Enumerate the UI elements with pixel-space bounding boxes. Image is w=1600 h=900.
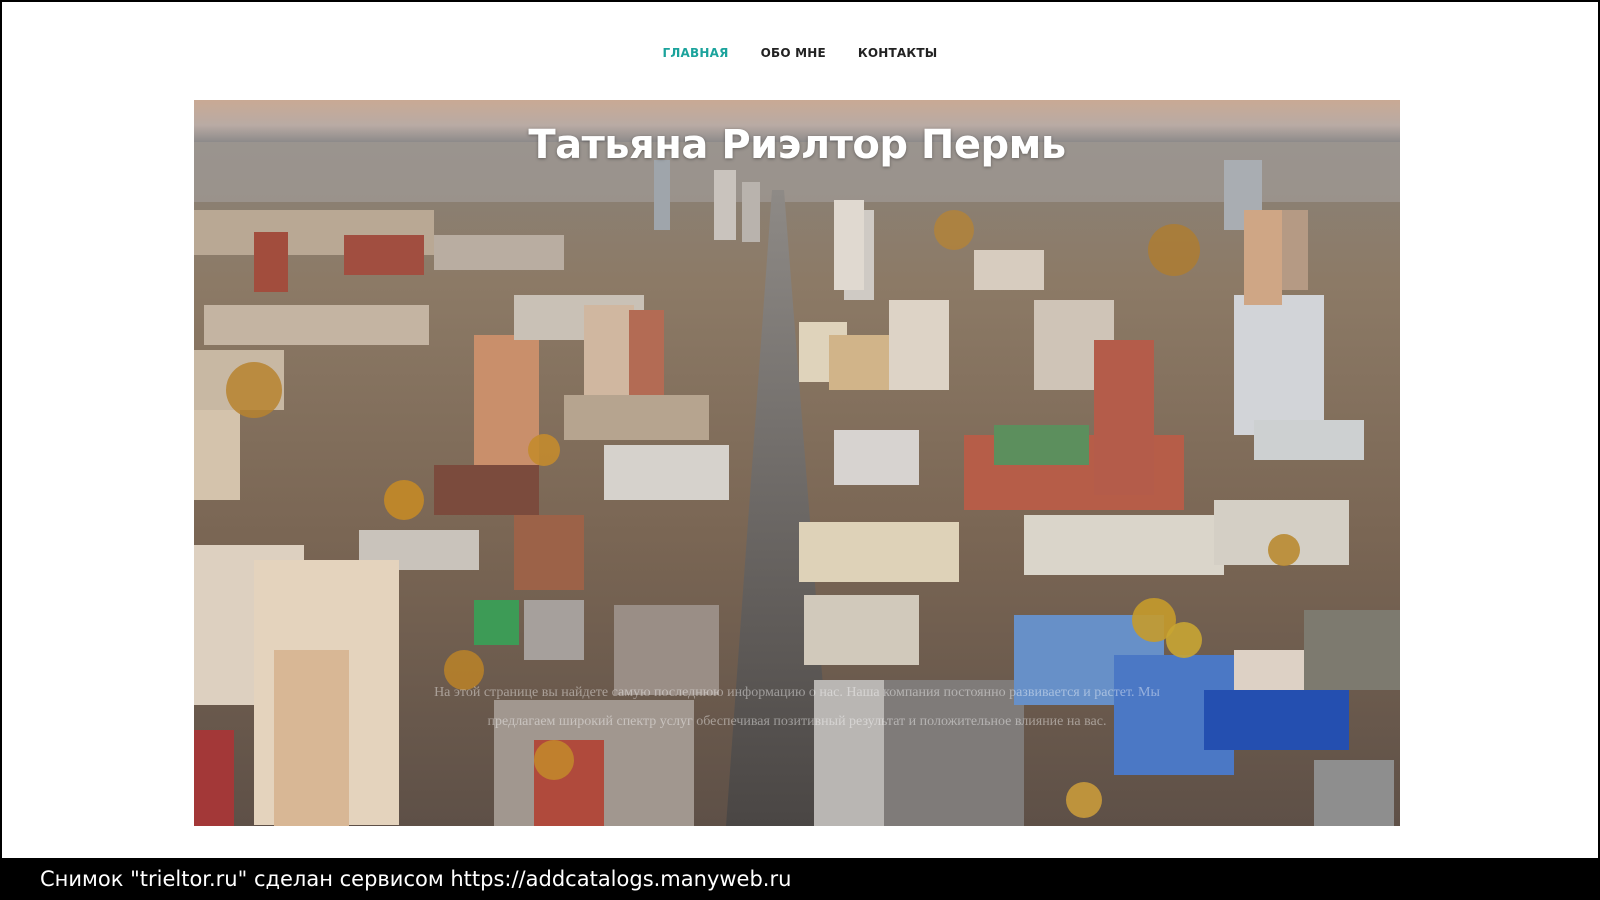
hero-paragraph: На этой странице вы найдете самую послед… — [434, 685, 1160, 729]
hero-title: Татьяна Риэлтор Пермь — [528, 122, 1066, 168]
nav-home[interactable]: ГЛАВНАЯ — [663, 46, 729, 60]
hero-banner: Татьяна Риэлтор Пермь На этой странице в… — [194, 100, 1400, 826]
page: ГЛАВНАЯ ОБО МНЕ КОНТАКТЫ Татьяна Риэлтор… — [2, 2, 1598, 858]
screenshot-caption: Снимок "trieltor.ru" сделан сервисом htt… — [0, 858, 1600, 900]
nav-about[interactable]: ОБО МНЕ — [761, 46, 826, 60]
main-nav: ГЛАВНАЯ ОБО МНЕ КОНТАКТЫ — [2, 46, 1598, 60]
nav-contacts[interactable]: КОНТАКТЫ — [858, 46, 938, 60]
